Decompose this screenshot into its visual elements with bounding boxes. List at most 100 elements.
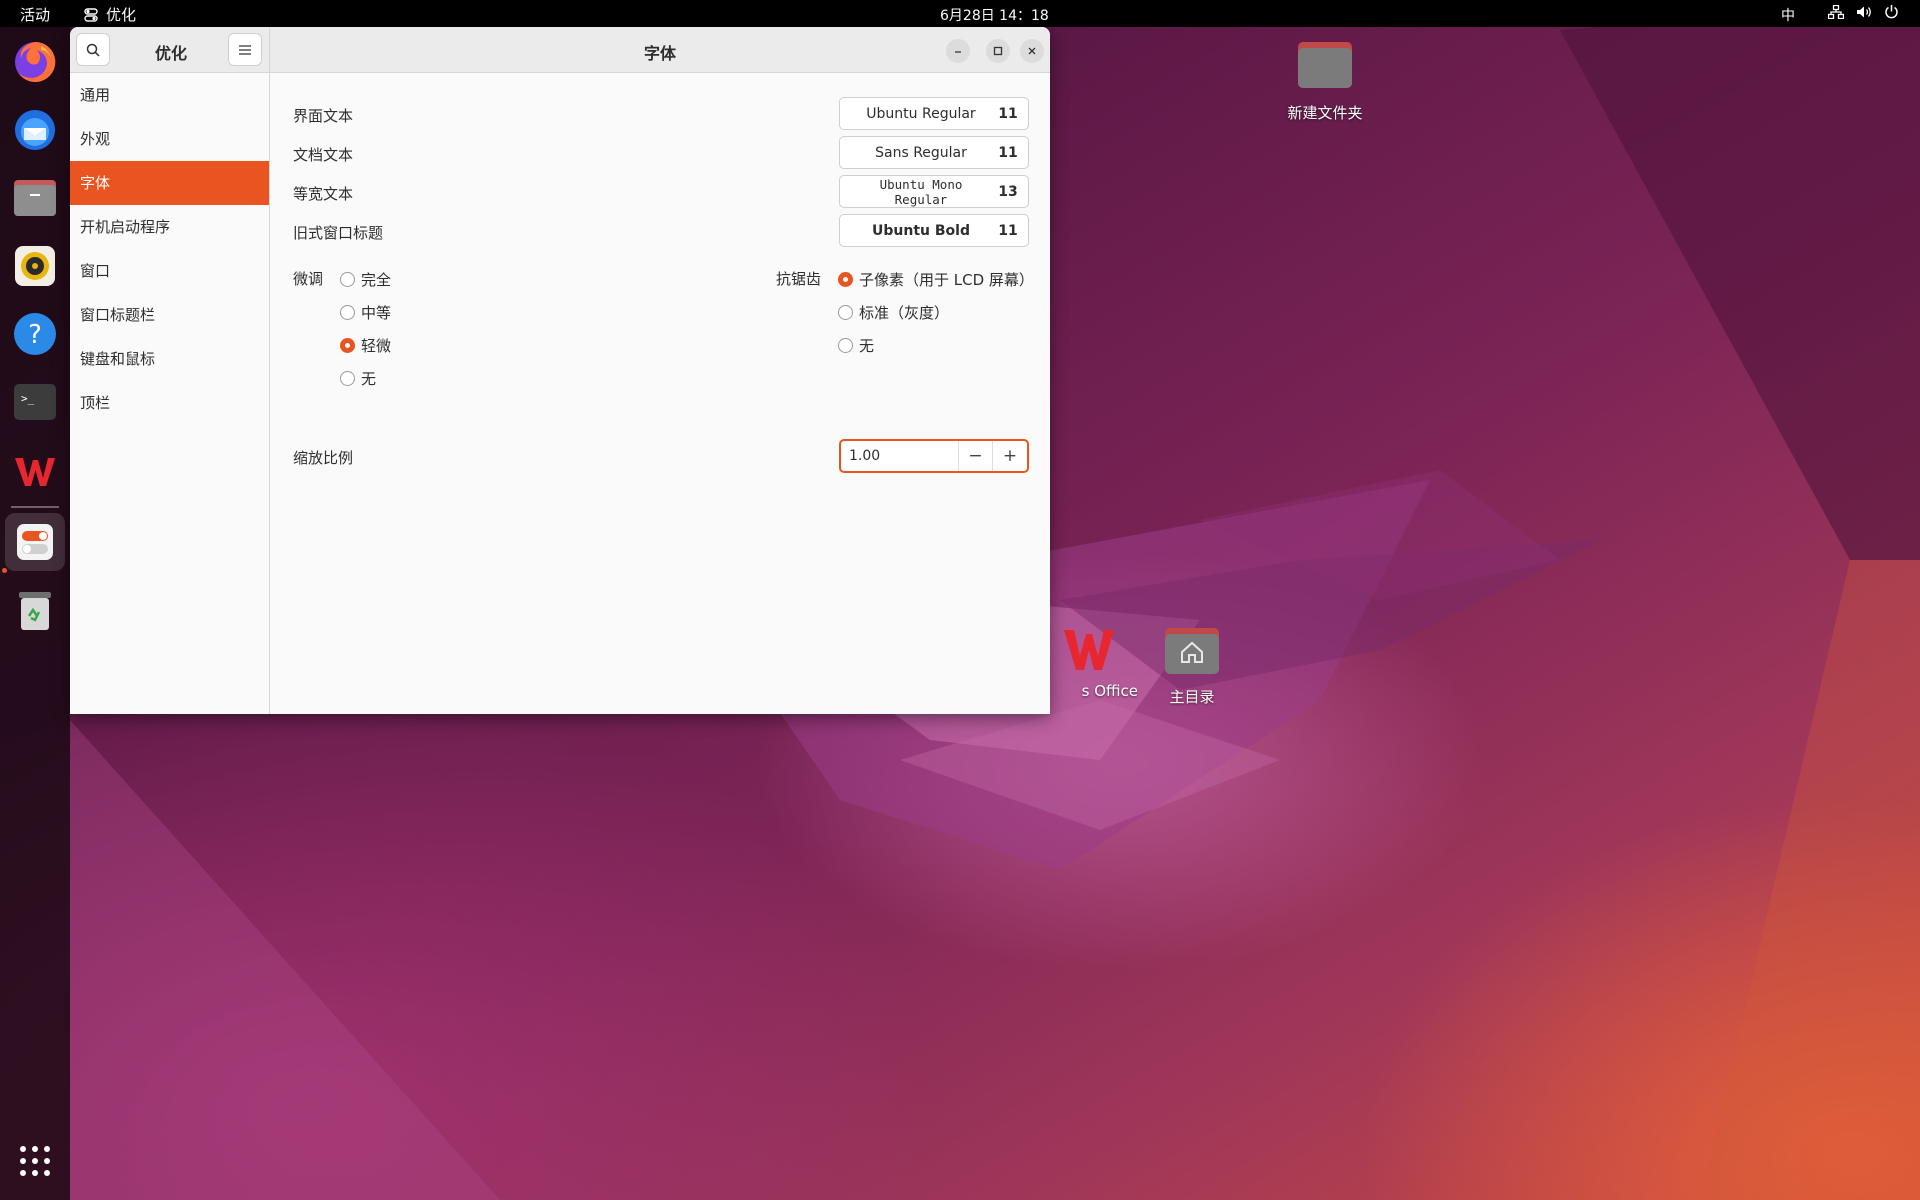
desktop-icon-label: 主目录 bbox=[1169, 688, 1215, 706]
volume-icon bbox=[1856, 5, 1872, 19]
interface-text-label: 界面文本 bbox=[293, 107, 354, 125]
clock[interactable]: 6月28日 14：18 bbox=[940, 5, 1049, 25]
document-font-button[interactable]: Sans Regular 11 bbox=[839, 136, 1029, 169]
radio-label: 无 bbox=[859, 337, 875, 355]
thunderbird-icon bbox=[15, 110, 55, 150]
help-launcher[interactable]: ? bbox=[11, 310, 59, 358]
scaling-factor-input[interactable]: 1.00 bbox=[841, 441, 959, 471]
maximize-icon bbox=[993, 46, 1003, 56]
font-name: Ubuntu Mono Regular bbox=[879, 176, 963, 207]
sidebar: 通用 外观 字体 开机启动程序 窗口 窗口标题栏 键盘和鼠标 顶栏 bbox=[70, 73, 270, 714]
files-icon bbox=[14, 180, 56, 216]
dock-separator bbox=[11, 506, 59, 508]
desktop-icon-label: 新建文件夹 bbox=[1287, 104, 1363, 122]
sidebar-item-windows[interactable]: 窗口 bbox=[70, 249, 269, 293]
font-name: Ubuntu Bold bbox=[872, 222, 970, 239]
radio-indicator bbox=[340, 338, 355, 353]
wps-office-icon bbox=[15, 458, 55, 486]
hinting-medium-radio[interactable]: 中等 bbox=[340, 302, 391, 323]
antialiasing-subpixel-radio[interactable]: 子像素（用于 LCD 屏幕） bbox=[838, 269, 1034, 290]
desktop-icon-home[interactable]: 主目录 bbox=[1142, 624, 1242, 707]
toggle-icon bbox=[84, 7, 100, 22]
hinting-slight-radio[interactable]: 轻微 bbox=[340, 335, 391, 356]
decrease-button[interactable]: − bbox=[959, 441, 993, 471]
radio-indicator bbox=[838, 305, 853, 320]
app-menu[interactable]: 优化 bbox=[84, 4, 136, 25]
show-apps-button[interactable] bbox=[11, 1137, 59, 1185]
headerbar: 字体 bbox=[270, 27, 1050, 73]
antialiasing-none-radio[interactable]: 无 bbox=[838, 335, 874, 356]
sidebar-item-titlebars[interactable]: 窗口标题栏 bbox=[70, 293, 269, 337]
trash-launcher[interactable] bbox=[11, 586, 59, 634]
scaling-factor-spinbutton: 1.00 − + bbox=[839, 439, 1029, 473]
system-menu[interactable] bbox=[1828, 4, 1899, 19]
hinting-full-radio[interactable]: 完全 bbox=[340, 269, 391, 290]
sidebar-item-keyboard-mouse[interactable]: 键盘和鼠标 bbox=[70, 337, 269, 381]
radio-label: 无 bbox=[361, 370, 377, 388]
sidebar-item-fonts[interactable]: 字体 bbox=[70, 161, 269, 205]
scaling-factor-label: 缩放比例 bbox=[293, 449, 354, 467]
network-icon bbox=[1828, 4, 1844, 19]
sidebar-item-appearance[interactable]: 外观 bbox=[70, 117, 269, 161]
wps-office-launcher[interactable] bbox=[11, 446, 59, 494]
close-icon bbox=[1028, 47, 1036, 55]
radio-label: 标准（灰度） bbox=[859, 304, 950, 322]
minimize-icon bbox=[955, 51, 961, 53]
activities-button[interactable]: 活动 bbox=[20, 4, 50, 25]
tweaks-launcher[interactable] bbox=[5, 513, 65, 571]
input-method-indicator[interactable]: 中 bbox=[1781, 5, 1795, 25]
search-button[interactable] bbox=[76, 33, 110, 66]
radio-label: 轻微 bbox=[361, 337, 392, 355]
search-icon bbox=[86, 43, 100, 57]
app-name: 优化 bbox=[106, 6, 137, 24]
tweaks-icon bbox=[17, 524, 53, 560]
window-title: 字体 bbox=[643, 44, 676, 63]
menu-button[interactable] bbox=[228, 33, 262, 66]
home-folder-icon bbox=[1165, 628, 1219, 674]
sidebar-item-startup-apps[interactable]: 开机启动程序 bbox=[70, 205, 269, 249]
folder-icon bbox=[1298, 42, 1352, 88]
monospace-font-button[interactable]: Ubuntu Mono Regular 13 bbox=[839, 175, 1029, 208]
minimize-button[interactable] bbox=[946, 39, 970, 63]
trash-icon bbox=[19, 592, 51, 630]
interface-font-button[interactable]: Ubuntu Regular 11 bbox=[839, 97, 1029, 130]
rhythmbox-launcher[interactable] bbox=[11, 242, 59, 290]
desktop-icon-wps-office[interactable]: s Office bbox=[1040, 626, 1140, 700]
monospace-text-label: 等宽文本 bbox=[293, 185, 354, 203]
desktop-icon-label: s Office bbox=[1081, 682, 1138, 700]
legacy-titlebar-font-button[interactable]: Ubuntu Bold 11 bbox=[839, 214, 1029, 247]
close-button[interactable] bbox=[1020, 39, 1044, 63]
increase-button[interactable]: + bbox=[993, 441, 1027, 471]
antialiasing-label: 抗锯齿 bbox=[776, 270, 822, 288]
terminal-launcher[interactable]: >_ bbox=[11, 378, 59, 426]
radio-indicator bbox=[340, 305, 355, 320]
radio-label: 中等 bbox=[361, 304, 392, 322]
desktop-icon-new-folder[interactable]: 新建文件夹 bbox=[1270, 38, 1380, 123]
maximize-button[interactable] bbox=[986, 39, 1010, 63]
hamburger-icon bbox=[239, 44, 251, 55]
firefox-icon bbox=[15, 41, 56, 82]
fonts-panel: 界面文本 Ubuntu Regular 11 文档文本 Sans Regular… bbox=[271, 73, 1050, 714]
sidebar-header: 优化 bbox=[70, 27, 270, 73]
font-name: Ubuntu Regular bbox=[866, 105, 976, 122]
font-size: 13 bbox=[998, 183, 1018, 200]
files-launcher[interactable] bbox=[11, 174, 59, 222]
wps-office-icon bbox=[1064, 630, 1114, 670]
font-size: 11 bbox=[998, 222, 1018, 239]
help-icon: ? bbox=[14, 313, 56, 355]
radio-indicator bbox=[838, 338, 853, 353]
rhythmbox-icon bbox=[15, 246, 55, 286]
firefox-launcher[interactable] bbox=[11, 38, 59, 86]
document-text-label: 文档文本 bbox=[293, 146, 354, 164]
sidebar-item-top-bar[interactable]: 顶栏 bbox=[70, 381, 269, 425]
sidebar-item-general[interactable]: 通用 bbox=[70, 73, 269, 117]
tweaks-window: 优化 字体 通用 外观 字体 开机启动程序 窗口 窗口标题栏 键盘和鼠标 顶栏 … bbox=[70, 27, 1050, 714]
hinting-none-radio[interactable]: 无 bbox=[340, 368, 376, 389]
top-bar: 活动 优化 6月28日 14：18 中 bbox=[0, 0, 1920, 27]
antialiasing-standard-radio[interactable]: 标准（灰度） bbox=[838, 302, 949, 323]
thunderbird-launcher[interactable] bbox=[11, 106, 59, 154]
font-name: Sans Regular bbox=[875, 144, 967, 161]
sidebar-title: 优化 bbox=[154, 44, 187, 63]
radio-indicator bbox=[838, 272, 853, 287]
running-indicator bbox=[2, 568, 7, 573]
